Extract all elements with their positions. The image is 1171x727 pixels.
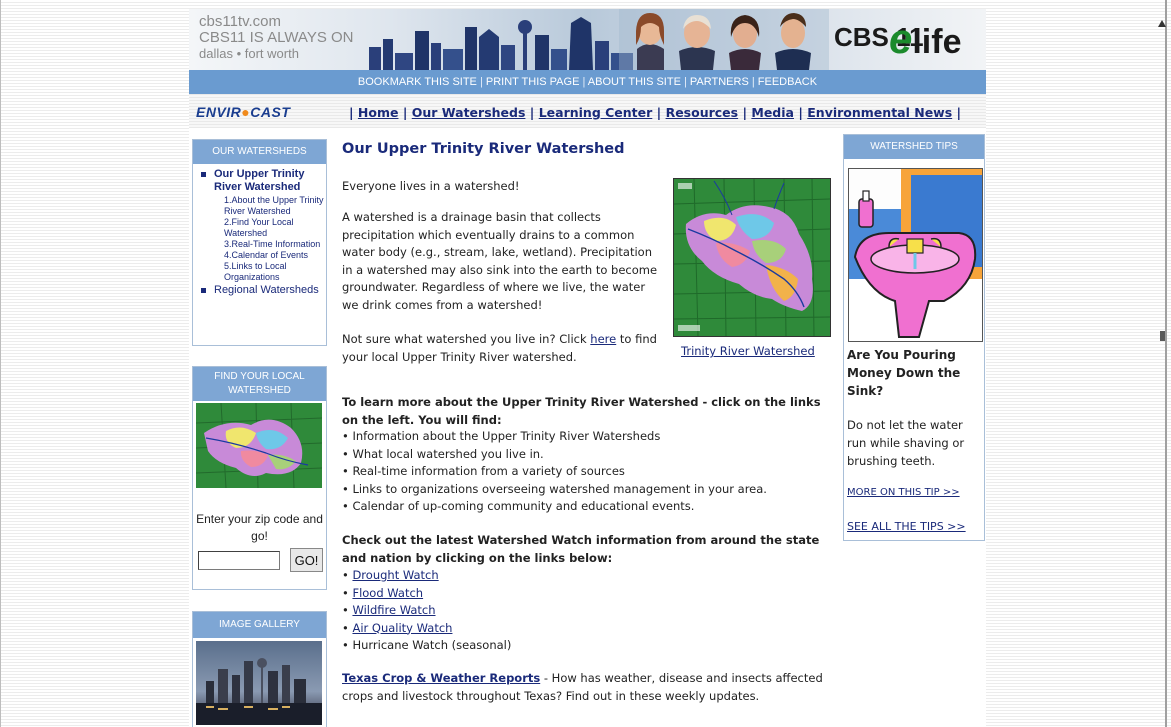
trinity-river-map[interactable] — [673, 178, 831, 337]
news-anchors-photo — [619, 9, 829, 70]
not-sure-text: Not sure what watershed you live in? Cli… — [342, 331, 667, 366]
watersheds-list: Our Upper Trinity River Watershed 1.Abou… — [193, 168, 326, 296]
list-item: Real-time information from a variety of … — [342, 463, 832, 481]
partners-link[interactable]: PARTNERS — [690, 76, 749, 88]
dallas-skyline-graphic — [369, 17, 633, 70]
site-region: dallas • fort worth — [199, 46, 299, 61]
window-left-edge — [0, 0, 1, 727]
sink-illustration — [848, 168, 983, 342]
zip-go-button[interactable]: GO! — [290, 548, 323, 572]
flood-watch-link[interactable]: Flood Watch — [352, 586, 423, 600]
map-caption-link[interactable]: Trinity River Watershed — [681, 344, 815, 358]
sidebar-subitem-find[interactable]: 2.Find Your Local Watershed — [224, 217, 294, 238]
list-item: Air Quality Watch — [342, 620, 511, 638]
utility-bar: BOOKMARK THIS SITE | PRINT THIS PAGE | A… — [189, 70, 986, 94]
nav-media[interactable]: Media — [751, 105, 794, 120]
watersheds-list-item-active: Our Upper Trinity River Watershed 1.Abou… — [193, 168, 326, 283]
zip-code-input[interactable] — [198, 551, 280, 570]
check-out-heading: Check out the latest Watershed Watch inf… — [342, 533, 820, 565]
envirocast-o-icon: ● — [241, 104, 251, 120]
site-tagline: CBS11 IS ALWAYS ON — [199, 29, 354, 46]
find-items-list: Information about the Upper Trinity Rive… — [342, 428, 832, 516]
nav-environmental-news[interactable]: Environmental News — [807, 105, 952, 120]
list-item: Hurricane Watch (seasonal) — [342, 637, 511, 655]
watersheds-sublist: 1.About the Upper Trinity River Watershe… — [214, 195, 326, 283]
find-watershed-link[interactable]: here — [590, 332, 616, 346]
crop-weather-link[interactable]: Texas Crop & Weather Reports — [342, 671, 540, 685]
gallery-skyline-photo[interactable] — [196, 641, 322, 725]
list-item: Links to organizations overseeing waters… — [342, 481, 832, 499]
nav-learning-center[interactable]: Learning Center — [539, 105, 653, 120]
envirocast-suffix: CAST — [250, 104, 291, 120]
site-banner: cbs11tv.com CBS11 IS ALWAYS ON dallas • … — [189, 9, 986, 70]
list-item: Flood Watch — [342, 585, 511, 603]
watershed-tips-heading: WATERSHED TIPS — [844, 135, 984, 159]
list-item: Drought Watch — [342, 567, 511, 585]
page-title: Our Upper Trinity River Watershed — [342, 141, 625, 157]
elife-logo-text: life — [912, 23, 962, 61]
nav-our-watersheds[interactable]: Our Watersheds — [412, 105, 526, 120]
separator: | — [579, 76, 588, 88]
image-gallery-heading: IMAGE GALLERY — [193, 612, 326, 638]
window-right-edge — [1165, 0, 1167, 727]
nav-links: | Home | Our Watersheds | Learning Cente… — [349, 105, 962, 120]
nav-resources[interactable]: Resources — [666, 105, 739, 120]
wildfire-watch-link[interactable]: Wildfire Watch — [352, 603, 435, 617]
envirocast-logo[interactable]: ENVIR●CAST — [196, 104, 290, 120]
brand-text[interactable]: cbs11tv.com CBS11 IS ALWAYS ON dallas • … — [199, 14, 354, 62]
zip-label: Enter your zip code and go! — [196, 512, 323, 543]
tip-body: Do not let the water run while shaving o… — [847, 418, 965, 468]
see-all-tips-link[interactable]: SEE ALL THE TIPS >> — [847, 520, 966, 533]
sidebar-item-regional[interactable]: Regional Watersheds — [214, 284, 319, 296]
crop-reports-text: Texas Crop & Weather Reports - How has w… — [342, 670, 832, 705]
watch-links-list: Drought Watch Flood Watch Wildfire Watch… — [342, 567, 511, 655]
list-item: What local watershed you live in. — [342, 446, 832, 464]
envirocast-prefix: ENVIR — [196, 104, 242, 120]
not-sure-prefix: Not sure what watershed you live in? Cli… — [342, 332, 591, 346]
watershed-thumbnail-map[interactable] — [196, 403, 322, 488]
intro-text: Everyone lives in a watershed! — [342, 179, 520, 193]
site-domain: cbs11tv.com — [199, 13, 281, 30]
nav-home[interactable]: Home — [358, 105, 399, 120]
about-link[interactable]: ABOUT THIS SITE — [588, 76, 681, 88]
list-item: Calendar of up-coming community and educ… — [342, 498, 832, 516]
elife-logo-e: e — [889, 15, 913, 62]
print-link[interactable]: PRINT THIS PAGE — [486, 76, 580, 88]
sidebar-subitem-calendar[interactable]: 4.Calendar of Events — [224, 250, 308, 260]
separator: | — [748, 76, 758, 88]
find-watershed-heading: FIND YOUR LOCAL WATERSHED — [193, 367, 326, 401]
air-quality-watch-link[interactable]: Air Quality Watch — [352, 621, 452, 635]
bookmark-link[interactable]: BOOKMARK THIS SITE — [358, 76, 477, 88]
our-watersheds-heading: OUR WATERSHEDS — [193, 140, 326, 164]
image-gallery-box: IMAGE GALLERY — [192, 611, 327, 727]
feedback-link[interactable]: FEEDBACK — [758, 76, 817, 88]
our-watersheds-box: OUR WATERSHEDS Our Upper Trinity River W… — [192, 139, 327, 346]
more-on-tip-link[interactable]: MORE ON THIS TIP >> — [847, 487, 960, 498]
learn-more-heading: To learn more about the Upper Trinity Ri… — [342, 395, 821, 427]
list-item: Information about the Upper Trinity Rive… — [342, 428, 832, 446]
list-item: Wildfire Watch — [342, 602, 511, 620]
separator: | — [476, 76, 486, 88]
sidebar-subitem-about[interactable]: 1.About the Upper Trinity River Watershe… — [224, 195, 324, 216]
watersheds-list-item: Regional Watersheds — [193, 284, 326, 296]
page-container: cbs11tv.com CBS11 IS ALWAYS ON dallas • … — [189, 9, 986, 727]
drought-watch-link[interactable]: Drought Watch — [352, 568, 438, 582]
sidebar-subitem-links[interactable]: 5.Links to Local Organizations — [224, 261, 287, 282]
elife-logo[interactable]: elife — [889, 15, 961, 63]
watershed-tips-box: WATERSHED TIPS Are You Pouring Money Dow… — [843, 134, 985, 541]
definition-text: A watershed is a drainage basin that col… — [342, 210, 658, 312]
sidebar-subitem-realtime[interactable]: 3.Real-Time Information — [224, 239, 320, 249]
sidebar-item-upper-trinity[interactable]: Our Upper Trinity River Watershed — [214, 168, 304, 193]
scrollbar-thumb[interactable] — [1160, 331, 1165, 341]
find-watershed-box: FIND YOUR LOCAL WATERSHED Enter your zip… — [192, 366, 327, 590]
main-nav: ENVIR●CAST | Home | Our Watersheds | Lea… — [189, 94, 986, 128]
separator: | — [680, 76, 690, 88]
tip-title: Are You Pouring Money Down the Sink? — [847, 348, 961, 398]
scroll-up-arrow-icon[interactable] — [1157, 19, 1167, 29]
